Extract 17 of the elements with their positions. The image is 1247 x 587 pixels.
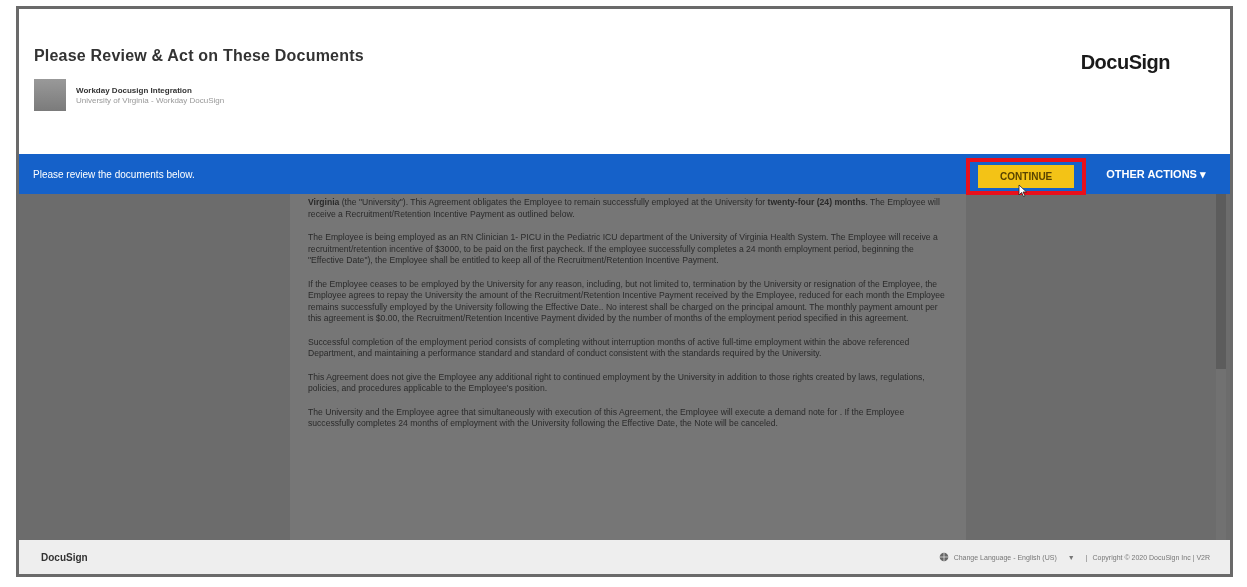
scrollbar[interactable] bbox=[1216, 194, 1226, 540]
paragraph: The Employee is being employed as an RN Clinician 1- PICU in the Pediatric ICU department of the University of Virginia Health System. The Employee will receive a recruitment/retention incentive of $3000, to be paid on the first paycheck. If the employee successfully completes a 24 month employment period, beginning the "Effective Date"), the Employee shall be entitled to keep all of the Recruitment/Retention Incentive Payment. bbox=[308, 232, 939, 267]
other-actions-menu[interactable]: OTHER ACTIONS ▾ bbox=[1100, 166, 1212, 182]
sender-subtitle: University of Virginia - Workday DocuSign bbox=[76, 95, 225, 105]
paragraph: The University and the Employee agree that simultaneously with execution of this Agreement, the Employee will execute a demand note for . If the Employee successfully completes 24 months of employment with the University following the Effective Date, the Note will be canceled. bbox=[308, 406, 906, 430]
paragraph: Successful completion of the employment period consists of completing without interruption months of active full-time employment within the above referenced Department, and maintaining a performance standard and standard of conduct consistent with the standards required by the University. bbox=[308, 336, 911, 360]
globe-icon bbox=[938, 552, 949, 562]
instruction-text: Please review the documents below. bbox=[33, 168, 196, 180]
paragraph: Virginia (the "University"). This Agreement obligates the Employee to remain successfully employed at the University for twenty-four (24) months. The Employee will receive a Recruitment/Retention Incentive Payment as outlined below. bbox=[308, 197, 941, 220]
page-title: Please Review & Act on These Documents bbox=[34, 47, 364, 65]
cursor-icon bbox=[1018, 183, 1028, 197]
footer-logo: DocuSign bbox=[41, 551, 88, 563]
continue-button[interactable]: CONTINUE bbox=[978, 164, 1075, 188]
sender-name: Workday Docusign Integration bbox=[76, 85, 193, 95]
avatar-icon bbox=[34, 79, 66, 111]
logo: DocuSign bbox=[1080, 51, 1170, 75]
paragraph: This Agreement does not give the Employee any additional right to continued employment by the University in addition to those rights created by laws, regulations, policies, and procedures applicable to the Employee's position. bbox=[308, 371, 926, 395]
